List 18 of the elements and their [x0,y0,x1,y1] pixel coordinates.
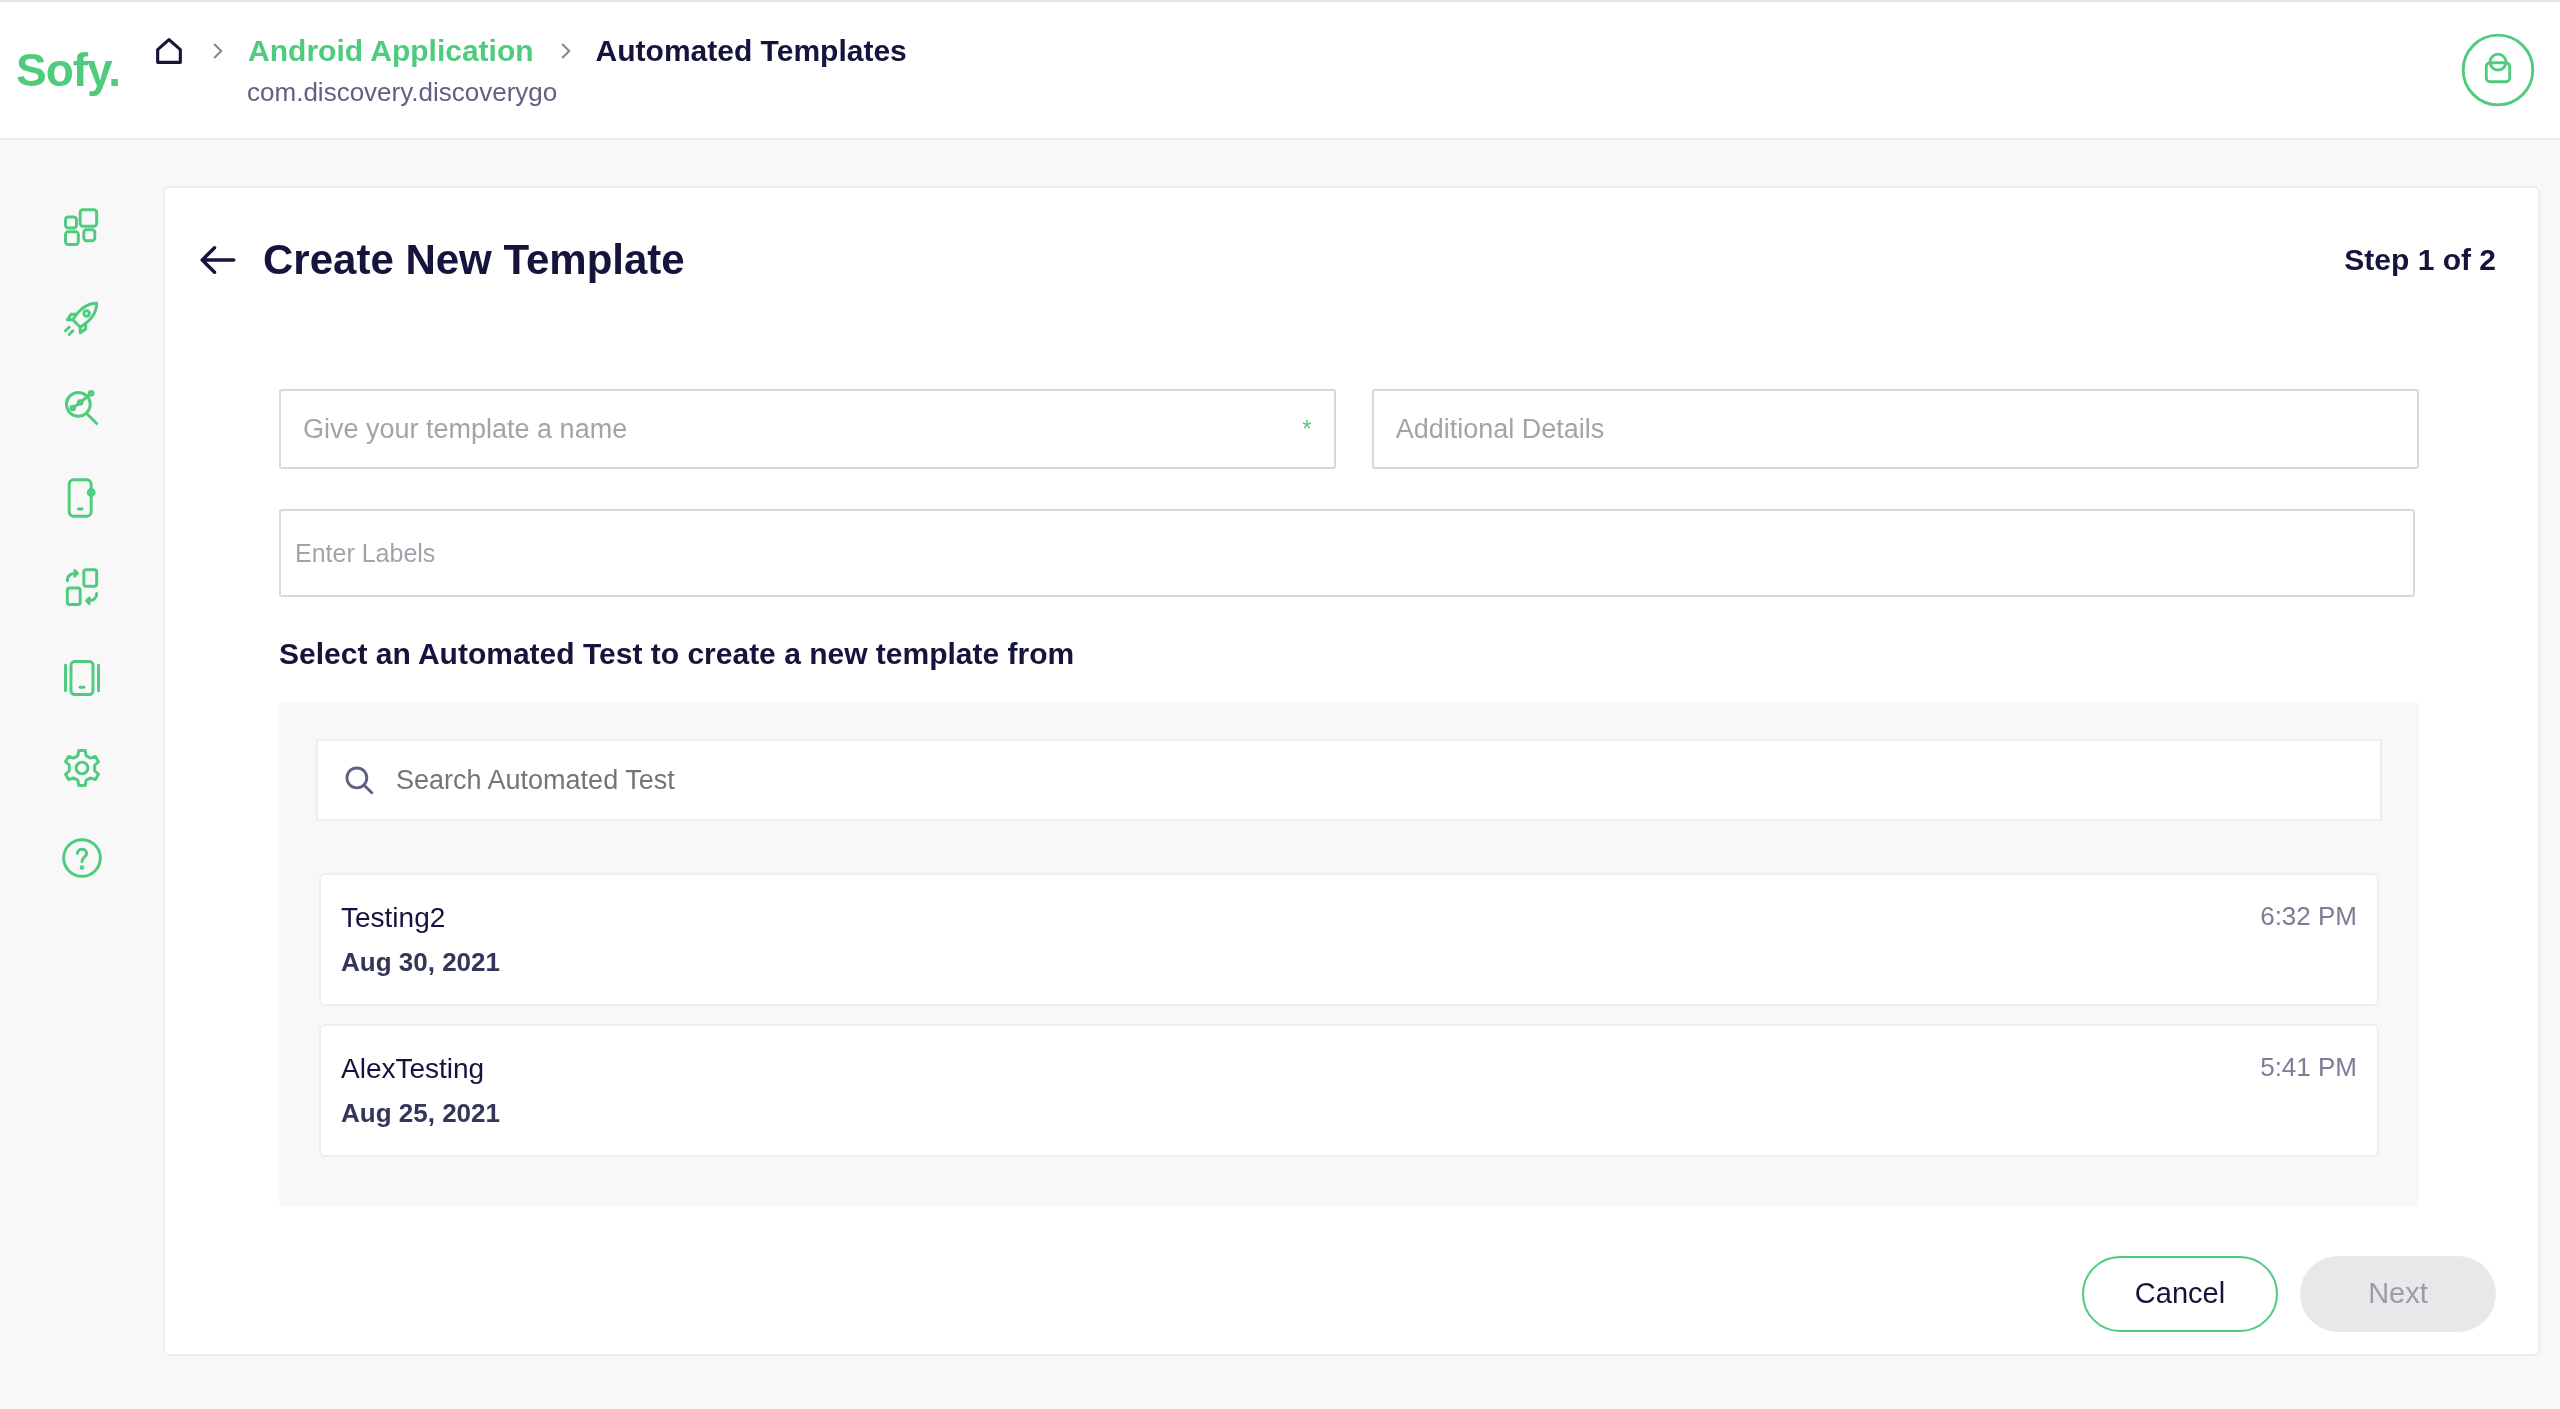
help-icon[interactable] [59,836,104,880]
page-title: Create New Template [263,235,685,285]
section-heading: Select an Automated Test to create a new template from [279,636,1076,672]
test-list-item[interactable]: AlexTesting Aug 25, 2021 5:41 PM [319,1024,2379,1157]
app-package-name: com.discovery.discoverygo [247,76,559,109]
step-indicator: Step 1 of 2 [2344,242,2496,278]
test-name: AlexTesting [341,1052,486,1086]
required-mark: * [1302,414,1312,444]
cancel-button[interactable]: Cancel [2082,1256,2278,1332]
test-list-item[interactable]: Testing2 Aug 30, 2021 6:32 PM [319,873,2379,1006]
test-date: Aug 30, 2021 [341,946,500,979]
logo: Sofy. [16,42,121,98]
breadcrumb-current: Automated Templates [595,33,907,69]
test-date: Aug 25, 2021 [341,1097,500,1130]
name-input-field[interactable]: Give your template a name [303,391,1303,467]
test-time: 6:32 PM [2260,900,2357,933]
test-name: Testing2 [341,901,447,935]
test-time: 5:41 PM [2260,1051,2357,1084]
